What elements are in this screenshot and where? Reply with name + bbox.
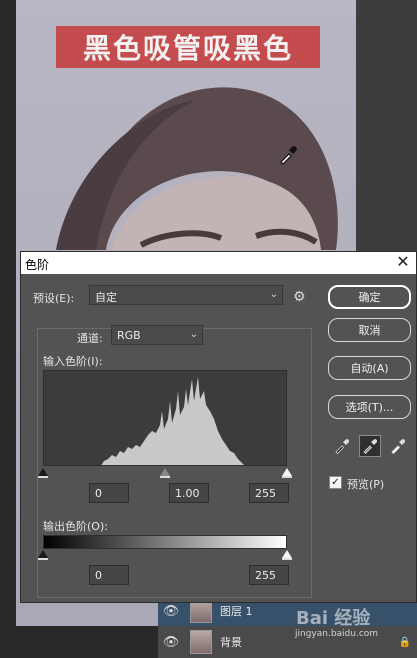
layer-row-background[interactable]: 👁 背景 🔒 <box>158 627 417 657</box>
chevron-down-icon: ⌄ <box>269 289 278 300</box>
output-white-slider-handle[interactable] <box>282 550 292 560</box>
watermark-logo: Bai 经验 <box>296 608 371 629</box>
output-gradient-bar <box>43 535 287 549</box>
input-slider[interactable] <box>38 466 292 478</box>
dialog-title: 色阶 <box>25 258 50 272</box>
histogram-shape <box>101 377 244 465</box>
layer-thumbnail <box>190 630 212 654</box>
output-black-field[interactable]: 0 <box>89 565 129 585</box>
output-levels-label: 输出色阶(O): <box>43 520 108 533</box>
input-levels-label: 输入色阶(I): <box>43 355 103 368</box>
output-slider[interactable] <box>38 549 292 561</box>
annotation-banner: 黑色吸管吸黑色 <box>56 26 320 68</box>
ok-button[interactable]: 确定 <box>328 285 411 309</box>
input-black-slider-handle[interactable] <box>38 468 48 478</box>
preset-label: 预设(E): <box>33 292 75 305</box>
gear-icon[interactable]: ⚙ <box>293 289 306 305</box>
eyedropper-white-icon[interactable] <box>387 435 409 457</box>
input-black-field[interactable]: 0 <box>89 483 129 503</box>
output-white-field[interactable]: 255 <box>249 565 289 585</box>
input-gamma-field[interactable]: 1.00 <box>169 483 209 503</box>
preset-dropdown[interactable]: 自定 ⌄ <box>89 285 283 305</box>
cancel-button[interactable]: 取消 <box>328 318 411 342</box>
eyedropper-gray-icon[interactable] <box>359 435 381 457</box>
output-black-slider-handle[interactable] <box>38 550 48 560</box>
preview-label: 预览(P) <box>347 478 385 491</box>
histogram <box>43 370 287 466</box>
visibility-eye-icon[interactable]: 👁 <box>158 635 184 650</box>
layer-name: 图层 1 <box>220 605 253 618</box>
input-white-field[interactable]: 255 <box>249 483 289 503</box>
preview-checkbox[interactable]: ✓ <box>329 476 342 489</box>
layers-panel: 👁 图层 1 👁 背景 🔒 <box>158 594 417 658</box>
layer-name: 背景 <box>220 636 242 649</box>
dialog-titlebar[interactable]: 色阶 ✕ <box>21 252 416 274</box>
workspace-left-panel <box>0 0 16 658</box>
channel-label: 通道: <box>77 332 103 345</box>
eyedropper-black-icon[interactable] <box>331 435 353 457</box>
watermark-url: jingyan.baidu.com <box>295 629 379 639</box>
input-white-slider-handle[interactable] <box>282 468 292 478</box>
preset-value: 自定 <box>95 291 117 304</box>
lock-icon: 🔒 <box>398 636 411 648</box>
options-button[interactable]: 选项(T)... <box>328 395 411 419</box>
levels-dialog: 色阶 ✕ 预设(E): 自定 ⌄ ⚙ 通道: RGB ⌄ 输入色阶(I): 0 … <box>20 251 417 603</box>
channel-dropdown[interactable]: RGB ⌄ <box>111 325 203 345</box>
visibility-eye-icon[interactable]: 👁 <box>158 604 184 619</box>
auto-button[interactable]: 自动(A) <box>328 356 411 380</box>
chevron-down-icon: ⌄ <box>189 329 198 340</box>
input-gamma-slider-handle[interactable] <box>160 468 170 478</box>
channel-value: RGB <box>117 329 141 342</box>
workspace-bottom-panel <box>0 626 160 658</box>
close-icon[interactable]: ✕ <box>394 253 412 271</box>
